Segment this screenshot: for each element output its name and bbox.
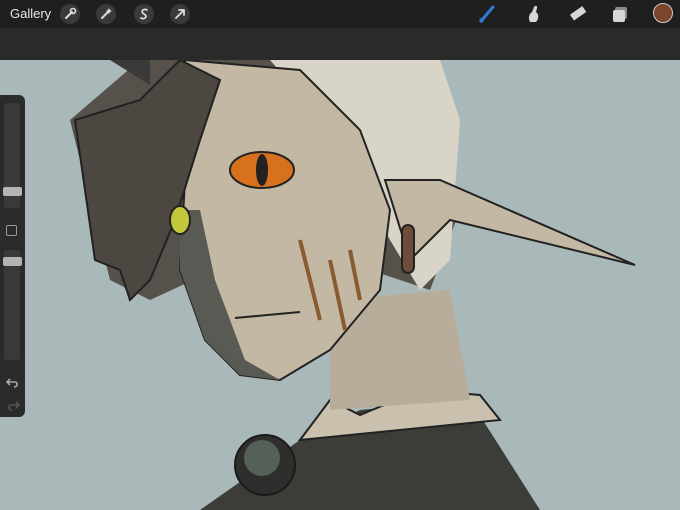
undo-icon[interactable] bbox=[5, 375, 20, 389]
brush-icon[interactable] bbox=[476, 2, 500, 26]
brush-sliders-panel bbox=[0, 95, 25, 417]
transform-arrow-icon[interactable] bbox=[170, 4, 190, 24]
brush-size-knob[interactable] bbox=[3, 187, 22, 196]
opacity-slider[interactable] bbox=[4, 250, 20, 360]
redo-icon[interactable] bbox=[6, 398, 21, 412]
opacity-knob[interactable] bbox=[3, 257, 22, 266]
drawing-canvas[interactable] bbox=[0, 60, 680, 510]
color-swatch[interactable] bbox=[653, 3, 673, 23]
eraser-icon[interactable] bbox=[566, 2, 590, 26]
layers-icon[interactable] bbox=[609, 2, 633, 26]
smudge-icon[interactable] bbox=[522, 2, 546, 26]
magic-wand-icon[interactable] bbox=[96, 4, 116, 24]
wrench-icon[interactable] bbox=[60, 4, 80, 24]
gallery-button[interactable]: Gallery bbox=[10, 6, 51, 21]
top-toolbar: Gallery bbox=[0, 0, 680, 28]
secondary-toolbar bbox=[0, 28, 680, 60]
selection-icon[interactable] bbox=[134, 4, 154, 24]
modify-square-icon[interactable] bbox=[6, 225, 17, 236]
